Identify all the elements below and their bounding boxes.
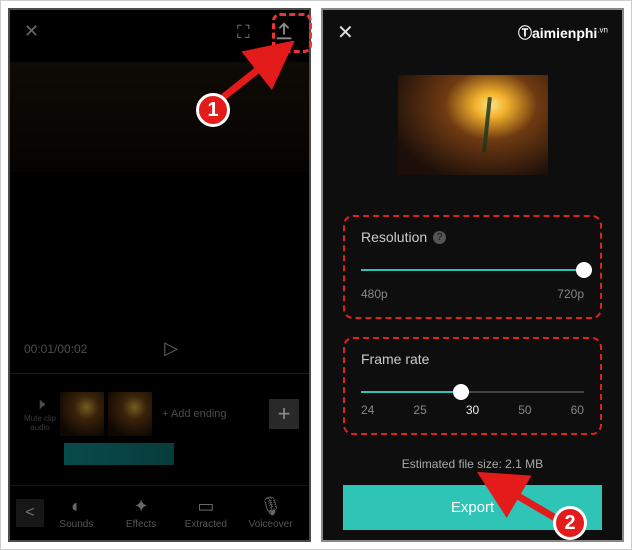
framerate-label: Frame rate: [361, 351, 429, 367]
mute-clip-button[interactable]: Mute clip audio: [20, 396, 60, 432]
slider-knob[interactable]: [453, 384, 469, 400]
topbar-right: [237, 20, 295, 42]
mute-label: Mute clip audio: [24, 414, 56, 432]
export-preview-thumbnail: [398, 75, 548, 175]
extracted-button[interactable]: ▭Extracted: [174, 496, 239, 530]
add-clip-button[interactable]: +: [269, 399, 299, 429]
close-icon[interactable]: [337, 20, 354, 45]
export-body: Resolution ? 480p 720p Frame rate: [323, 55, 622, 542]
video-track[interactable]: Mute clip audio + Add ending +: [10, 391, 309, 437]
estimated-size: Estimated file size: 2.1 MB: [343, 457, 602, 471]
watermark-text: Ⓣaimienphi: [518, 25, 597, 41]
export-screen: Ⓣaimienphi.vn Resolution ? 480p 720p Fra…: [321, 8, 624, 542]
export-topbar: Ⓣaimienphi.vn: [323, 10, 622, 55]
voiceover-label: Voiceover: [249, 519, 293, 530]
voiceover-button[interactable]: 🎙Voiceover: [238, 496, 303, 530]
time-display: 00:01/00:02: [24, 342, 87, 356]
slider-knob[interactable]: [576, 262, 592, 278]
sounds-button[interactable]: ◐Sounds: [44, 496, 109, 530]
clip-thumbnail[interactable]: [108, 392, 152, 436]
slider-fill: [361, 391, 461, 393]
timeline: Mute clip audio + Add ending +: [10, 367, 309, 465]
playback-row: 00:01/00:02: [10, 330, 309, 367]
resolution-slider[interactable]: [361, 259, 584, 281]
sounds-label: Sounds: [59, 519, 93, 530]
fr-tick: 25: [413, 403, 426, 417]
preview-area: [10, 52, 309, 330]
play-icon[interactable]: [164, 338, 178, 359]
resolution-label-row: Resolution ?: [361, 229, 584, 245]
editor-topbar: [10, 10, 309, 52]
framerate-label-row: Frame rate: [361, 351, 584, 367]
framerate-ticks: 24 25 30 50 60: [361, 403, 584, 417]
resolution-label: Resolution: [361, 229, 427, 245]
export-button-label: Export: [451, 499, 494, 516]
audio-track[interactable]: [64, 443, 174, 465]
add-ending-button[interactable]: + Add ending: [156, 408, 227, 420]
resolution-section: Resolution ? 480p 720p: [343, 215, 602, 319]
timeline-ruler: [10, 373, 309, 383]
watermark-logo: Ⓣaimienphi.vn: [518, 23, 608, 43]
framerate-slider[interactable]: [361, 381, 584, 403]
fr-tick: 60: [571, 403, 584, 417]
fr-tick: 30: [466, 403, 479, 417]
fullscreen-icon[interactable]: [237, 22, 255, 40]
back-button[interactable]: <: [16, 499, 44, 527]
clip-thumbnail[interactable]: [60, 392, 104, 436]
resolution-min: 480p: [361, 287, 388, 301]
export-icon[interactable]: [273, 20, 295, 42]
effects-label: Effects: [126, 519, 156, 530]
close-icon[interactable]: [24, 21, 39, 42]
bottom-toolbar: < ◐Sounds ✦Effects ▭Extracted 🎙Voiceover: [10, 485, 309, 540]
watermark-sup: .vn: [597, 25, 608, 34]
clip-row: + Add ending: [60, 392, 269, 436]
framerate-section: Frame rate 24 25 30 50 60: [343, 337, 602, 435]
export-button[interactable]: Export: [343, 485, 602, 530]
effects-button[interactable]: ✦Effects: [109, 496, 174, 530]
help-icon[interactable]: ?: [433, 231, 446, 244]
editor-screen: 00:01/00:02 Mute clip audio + Add ending…: [8, 8, 311, 542]
fr-tick: 50: [518, 403, 531, 417]
tool-items: ◐Sounds ✦Effects ▭Extracted 🎙Voiceover: [44, 496, 303, 530]
resolution-range-labels: 480p 720p: [361, 287, 584, 301]
fr-tick: 24: [361, 403, 374, 417]
extracted-label: Extracted: [185, 519, 227, 530]
resolution-max: 720p: [557, 287, 584, 301]
slider-fill: [361, 269, 584, 271]
video-preview[interactable]: [10, 62, 309, 172]
